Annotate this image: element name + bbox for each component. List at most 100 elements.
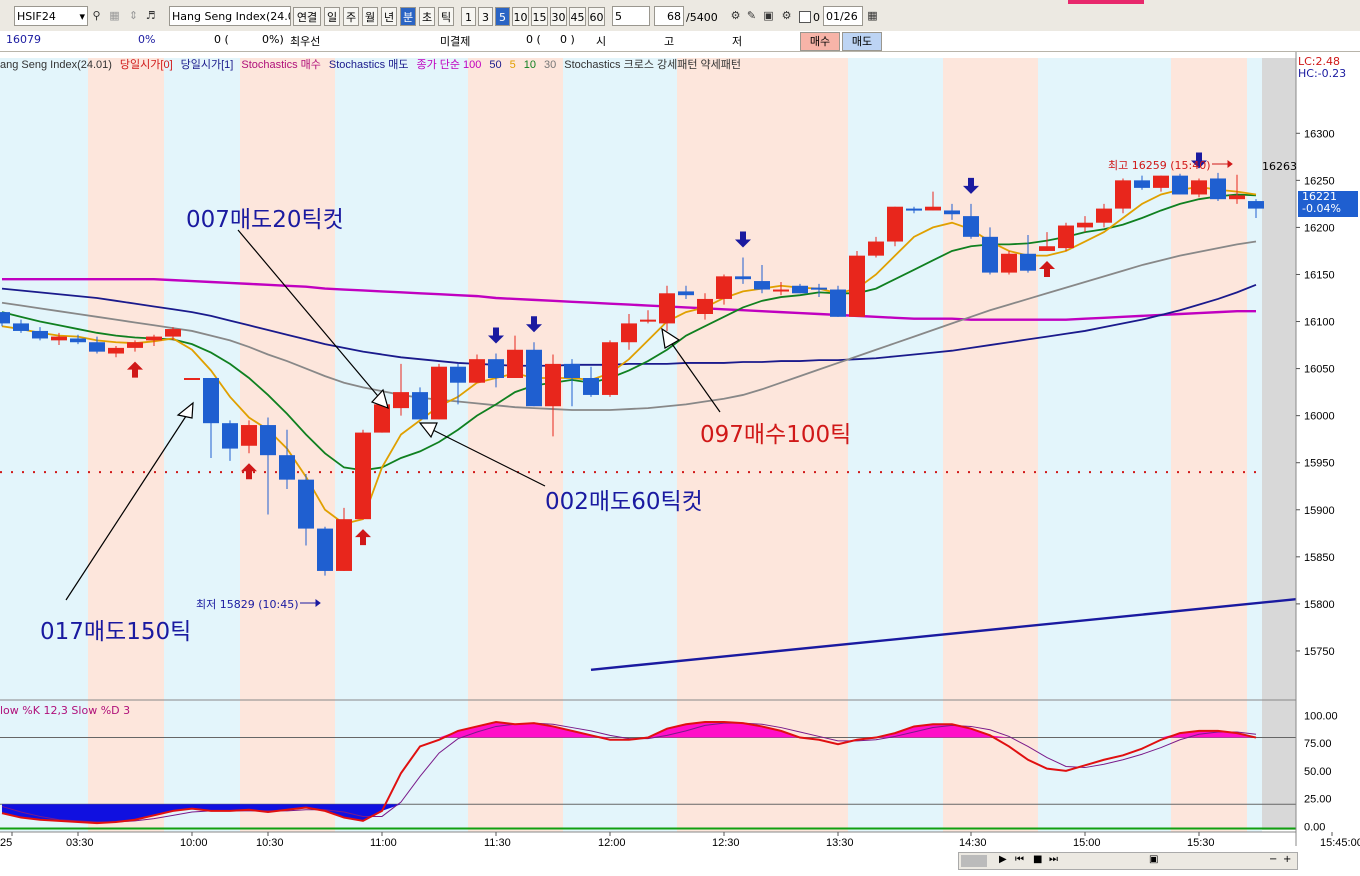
- current-price-box: 16221 -0.04%: [1298, 191, 1358, 217]
- lc-hc-label: LC:2.48 HC:-0.23: [1298, 56, 1346, 80]
- minute-button-3[interactable]: 3: [478, 7, 493, 26]
- stop-icon[interactable]: ■: [1033, 854, 1042, 865]
- search-icon[interactable]: ⚲: [89, 8, 104, 23]
- candle-body: [1058, 225, 1074, 249]
- minute-button-5[interactable]: 5: [495, 7, 510, 26]
- candle-body: [564, 363, 580, 378]
- zoom-out-icon[interactable]: −: [1269, 854, 1277, 865]
- legend-item-8: 10: [524, 59, 536, 71]
- period-button-7[interactable]: 틱: [438, 7, 454, 26]
- candle-body: [1039, 246, 1055, 251]
- x-tick-label: 12:30: [712, 837, 740, 849]
- legend-item-3: Stochastics 매수: [241, 58, 321, 71]
- period-button-0[interactable]: 연결: [293, 7, 321, 26]
- gear-icon[interactable]: ⚙: [779, 8, 794, 23]
- interval-value: 5: [615, 10, 622, 23]
- minute-button-30[interactable]: 30: [550, 7, 567, 26]
- minute-button-45[interactable]: 45: [569, 7, 586, 26]
- minute-button-15[interactable]: 15: [531, 7, 548, 26]
- legend: ang Seng Index(24.01) 당일시가[0] 당일시가[1] Stoch…: [0, 57, 741, 71]
- rewind-icon[interactable]: ⏮: [1015, 854, 1024, 865]
- play-icon[interactable]: ▶: [999, 854, 1007, 865]
- candle-body: [735, 276, 751, 280]
- x-tick-label: 13:30: [826, 837, 854, 849]
- session-band: [943, 58, 1038, 832]
- compare-icon[interactable]: ▦: [107, 8, 122, 23]
- price-change-pct: 0%: [138, 33, 156, 46]
- candle-body: [355, 432, 371, 520]
- candle-body: [393, 392, 409, 409]
- candle-body: [1077, 222, 1093, 228]
- candle-body: [906, 208, 922, 211]
- save-icon[interactable]: ▣: [761, 8, 776, 23]
- minute-button-10[interactable]: 10: [512, 7, 529, 26]
- period-button-4[interactable]: 년: [381, 7, 397, 26]
- stepper-icon[interactable]: ⇕: [126, 8, 141, 23]
- speaker-icon[interactable]: ♬: [143, 8, 158, 23]
- zoom-in-icon[interactable]: +: [1283, 854, 1291, 865]
- code-value: HSIF24: [17, 10, 56, 23]
- legend-item-9: 30: [544, 59, 556, 71]
- zoom-icon[interactable]: ▣: [1149, 854, 1158, 865]
- unfilled-pct: 0 ): [560, 33, 575, 46]
- unfilled-label: 미결제: [440, 35, 471, 48]
- candle-body: [507, 349, 523, 378]
- candle-body: [450, 366, 466, 383]
- price-chart[interactable]: 16300 16250 16200 16150 16100 16050 16000 15950…: [0, 52, 1360, 876]
- minute-button-1[interactable]: 1: [461, 7, 476, 26]
- code-select[interactable]: HSIF24 ▾: [14, 6, 88, 26]
- x-tick-label: 11:30: [484, 837, 511, 849]
- session-band: [468, 58, 563, 832]
- candle-body: [32, 330, 48, 339]
- buy-button[interactable]: 매수: [800, 32, 840, 51]
- candle-body: [773, 289, 789, 292]
- period-button-3[interactable]: 월: [362, 7, 378, 26]
- candle-body: [716, 276, 732, 299]
- interval-select[interactable]: 5: [612, 6, 650, 26]
- candle-body: [602, 342, 618, 395]
- period-button-5[interactable]: 분: [400, 7, 416, 26]
- sell-button[interactable]: 매도: [842, 32, 882, 51]
- period-button-2[interactable]: 주: [343, 7, 359, 26]
- calendar-icon[interactable]: ▦: [865, 8, 880, 23]
- candle-body: [849, 255, 865, 317]
- candle-body: [925, 206, 941, 211]
- count-input[interactable]: 68: [654, 6, 684, 26]
- right-margin-shade: [1262, 58, 1296, 830]
- y-tick-label: 15750: [1304, 646, 1335, 658]
- candle-body: [336, 519, 352, 571]
- minute-button-60[interactable]: 60: [588, 7, 605, 26]
- index-select[interactable]: Hang Seng Index(24.0: [169, 6, 291, 26]
- date-input[interactable]: 01/26: [823, 6, 863, 26]
- unfilled-value: 0 (: [526, 33, 541, 46]
- y-tick-label: 15900: [1304, 505, 1335, 517]
- x-tick-label: 15:00: [1073, 837, 1101, 849]
- candle-body: [146, 336, 162, 341]
- candle-body: [640, 319, 656, 322]
- index-name: Hang Seng Index(24.0: [172, 10, 291, 23]
- checkbox[interactable]: [799, 11, 811, 23]
- chevron-down-icon: ▾: [79, 10, 85, 23]
- candle-body: [203, 378, 219, 424]
- y-tick-label: 16000: [1304, 411, 1335, 423]
- x-tick-label: 10:30: [256, 837, 284, 849]
- candle-body: [621, 323, 637, 343]
- y-tick-label: 16050: [1304, 364, 1335, 376]
- tools-icon[interactable]: ⚙: [728, 8, 743, 23]
- stochastics-title: low %K 12,3 Slow %D 3: [0, 704, 131, 717]
- session-band: [848, 58, 943, 832]
- scrollbar[interactable]: ▶ ⏮ ■ ⏭ ▣ − +: [958, 852, 1298, 870]
- period-button-6[interactable]: 초: [419, 7, 435, 26]
- scroll-thumb[interactable]: [961, 855, 987, 867]
- session-band: [1247, 58, 1262, 832]
- info-row: 16079 0% 0 ( 0%) 최우선 미결제 0 ( 0 ) 시 고 저 매…: [0, 31, 1360, 52]
- candle-body: [165, 329, 181, 337]
- period-button-1[interactable]: 일: [324, 7, 340, 26]
- x-tick-label: 10:00: [180, 837, 208, 849]
- draw-icon[interactable]: ✎: [744, 8, 759, 23]
- forward-icon[interactable]: ⏭: [1049, 854, 1058, 865]
- candle-body: [260, 425, 276, 456]
- open-label: 시: [596, 35, 607, 48]
- y-tick-label: 15950: [1304, 458, 1335, 470]
- legend-item-5: 종가 단순 100: [416, 58, 481, 71]
